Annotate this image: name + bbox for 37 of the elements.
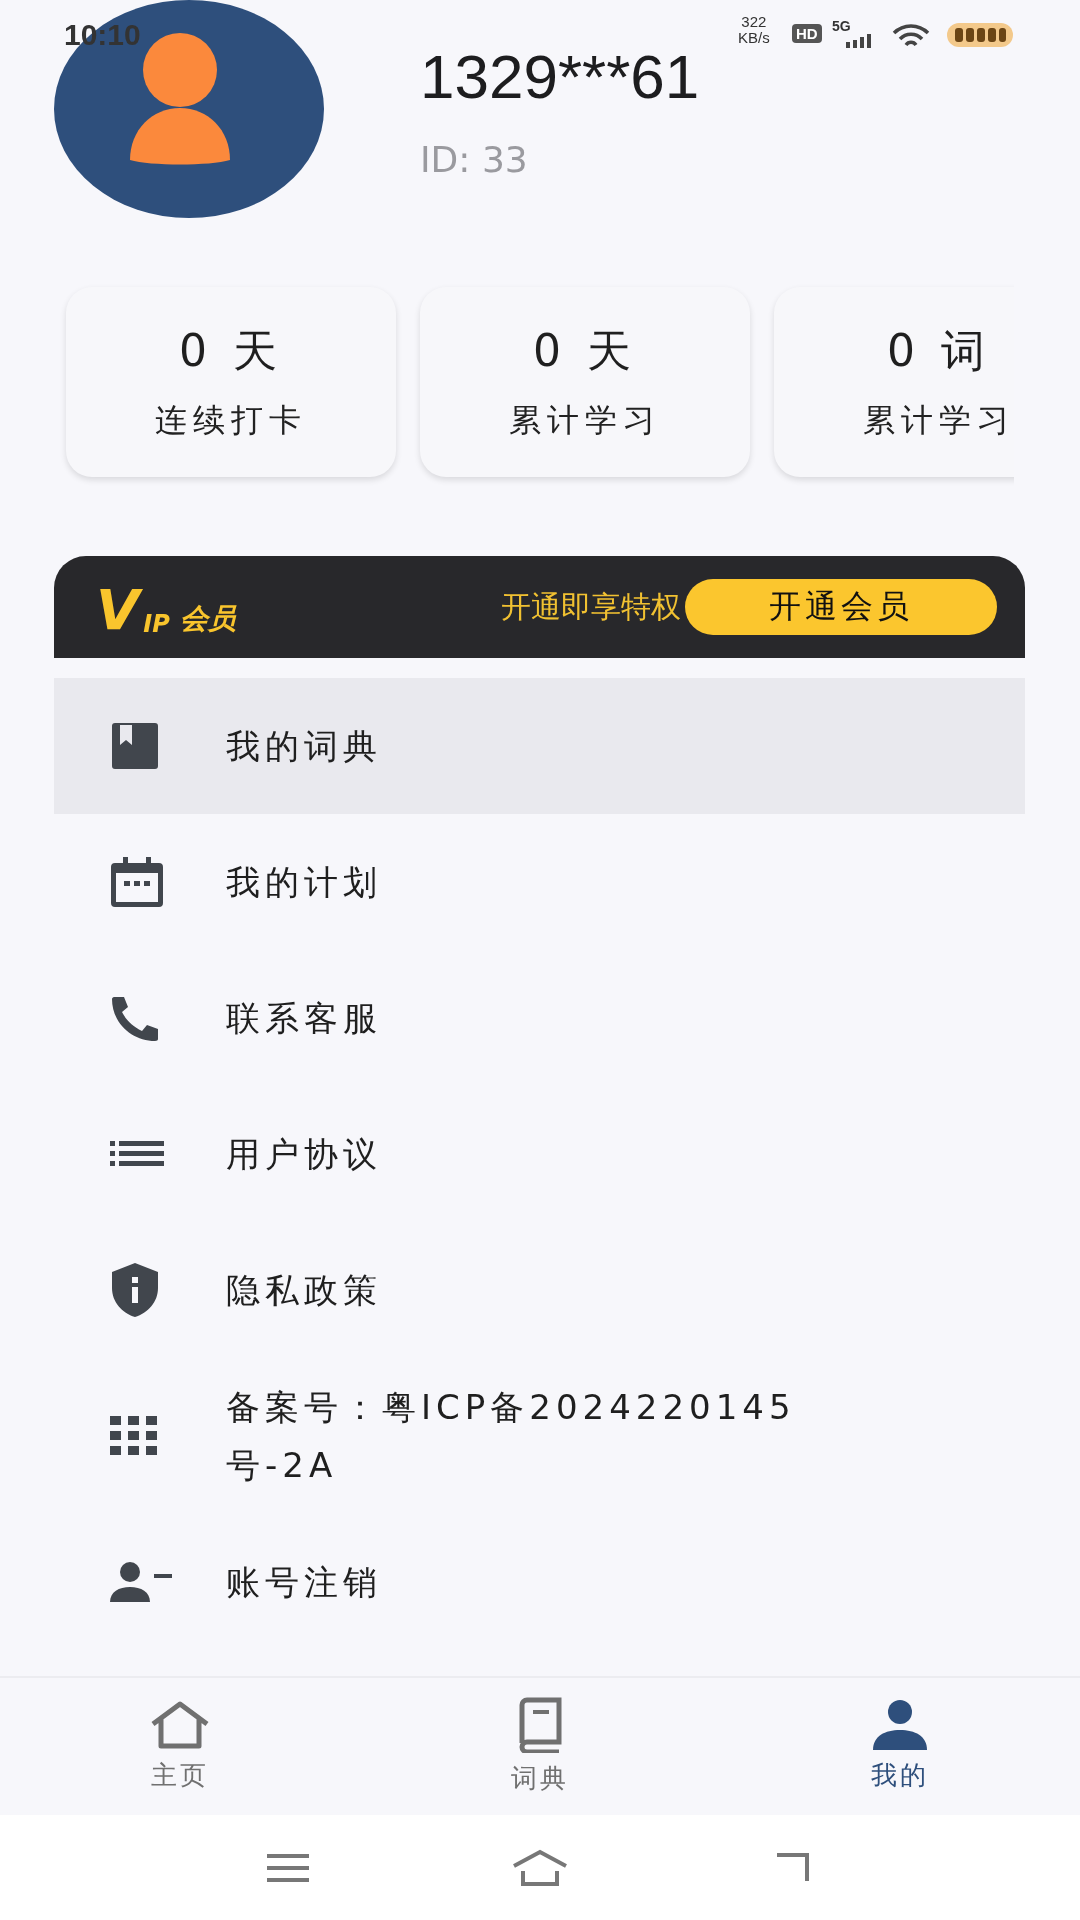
menu-item[interactable]: 账号注销 — [54, 1514, 1025, 1650]
user-id: ID: 33 — [420, 140, 529, 180]
menu-item[interactable]: 备案号：粤ICP备2024220145号-2A — [54, 1358, 1025, 1514]
grid-icon — [110, 1416, 158, 1456]
menu-icon[interactable] — [265, 1852, 311, 1883]
list-icon — [110, 1141, 164, 1167]
tab[interactable]: 主页 — [0, 1678, 360, 1815]
shield-info-icon — [110, 1263, 160, 1317]
calendar-icon — [110, 857, 164, 907]
menu-item[interactable]: 我的计划 — [54, 814, 1025, 950]
person-remove-icon — [110, 1562, 174, 1602]
person-icon — [871, 1700, 929, 1750]
stat-label: 累计学习 — [863, 399, 1014, 441]
tab[interactable]: 词典 — [360, 1678, 720, 1815]
home-icon — [149, 1700, 211, 1750]
menu-item[interactable]: 隐私政策 — [54, 1222, 1025, 1358]
stat-value: 0 词 — [887, 323, 991, 378]
menu-item[interactable]: 用户协议 — [54, 1086, 1025, 1222]
network-type: 5G — [832, 18, 851, 34]
open-membership-button[interactable]: 开通会员 — [685, 579, 997, 635]
signal-icon — [846, 34, 872, 48]
stat-value: 0 天 — [533, 323, 637, 378]
network-speed: 322 — [741, 14, 767, 30]
stat-label: 累计学习 — [509, 399, 661, 441]
vip-slogan: 开通即享特权 — [501, 587, 681, 626]
hd-badge: HD — [792, 24, 822, 43]
home-icon[interactable] — [511, 1848, 569, 1887]
battery-icon — [946, 22, 1014, 48]
speed-unit: KB/s — [738, 30, 770, 46]
stat-label: 连续打卡 — [155, 399, 307, 441]
menu-item[interactable]: 联系客服 — [54, 950, 1025, 1086]
tab[interactable]: 我的 — [720, 1678, 1080, 1815]
vip-logo: VIP 会员 — [96, 582, 236, 638]
phone-number: 1329***61 — [420, 42, 700, 112]
bookmark-book-icon — [110, 721, 160, 771]
menu-item[interactable]: 我的词典 — [54, 678, 1025, 814]
stat-value: 0 天 — [179, 323, 283, 378]
